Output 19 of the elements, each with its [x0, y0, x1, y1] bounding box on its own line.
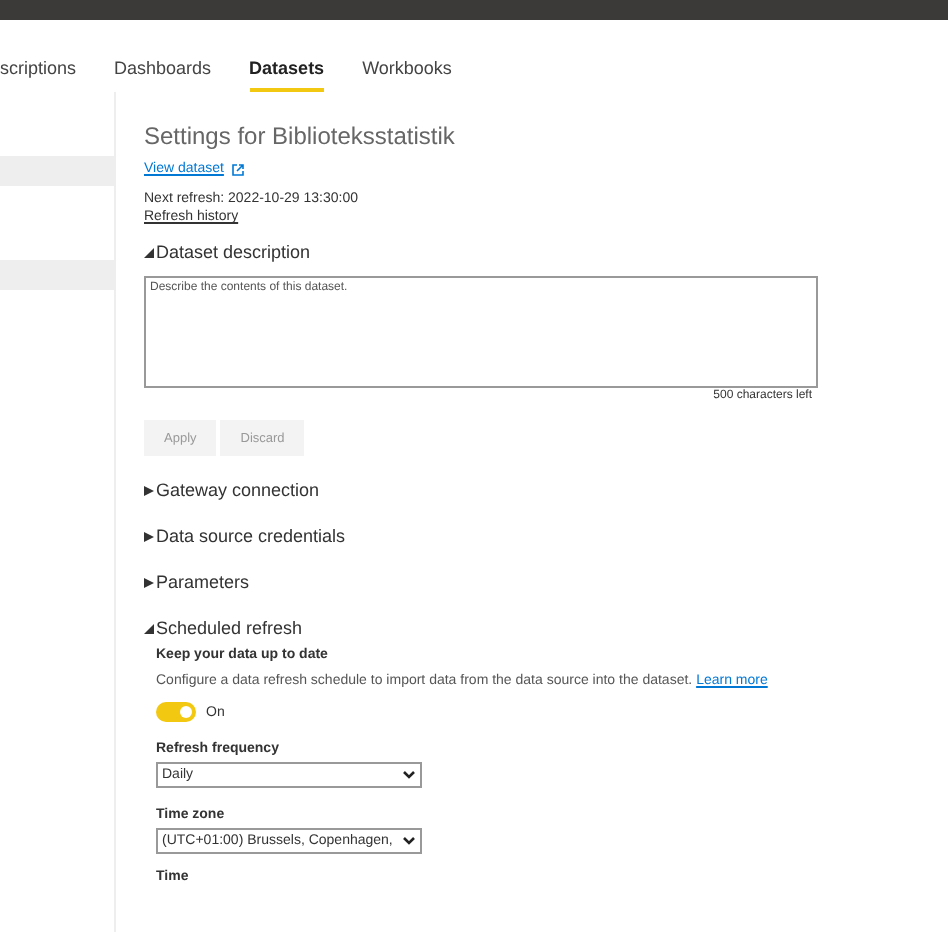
- nav-tab[interactable]: Workbooks: [362, 58, 452, 92]
- page-title: Settings for Biblioteksstatistik: [144, 122, 455, 150]
- section-header[interactable]: Gateway connection: [144, 480, 320, 502]
- caret-icon: [144, 624, 154, 634]
- section-header[interactable]: Parameters: [144, 572, 250, 594]
- caret-icon: [144, 486, 154, 496]
- section-header[interactable]: Dataset description: [144, 242, 311, 264]
- chevron-icon: [402, 770, 416, 780]
- nav-tab[interactable]: scriptions: [0, 58, 77, 92]
- nav-tab[interactable]: Datasets: [249, 58, 325, 92]
- chevron-icon: [402, 836, 416, 846]
- external-link-icon: [231, 163, 244, 175]
- nav-tab[interactable]: Dashboards: [114, 58, 212, 92]
- caret-icon: [144, 578, 154, 588]
- caret-icon: [144, 532, 154, 542]
- toggle-switch[interactable]: [156, 702, 196, 722]
- caret-icon: [144, 248, 154, 258]
- section-header[interactable]: Data source credentials: [144, 526, 346, 548]
- section-header[interactable]: Scheduled refresh: [144, 618, 303, 640]
